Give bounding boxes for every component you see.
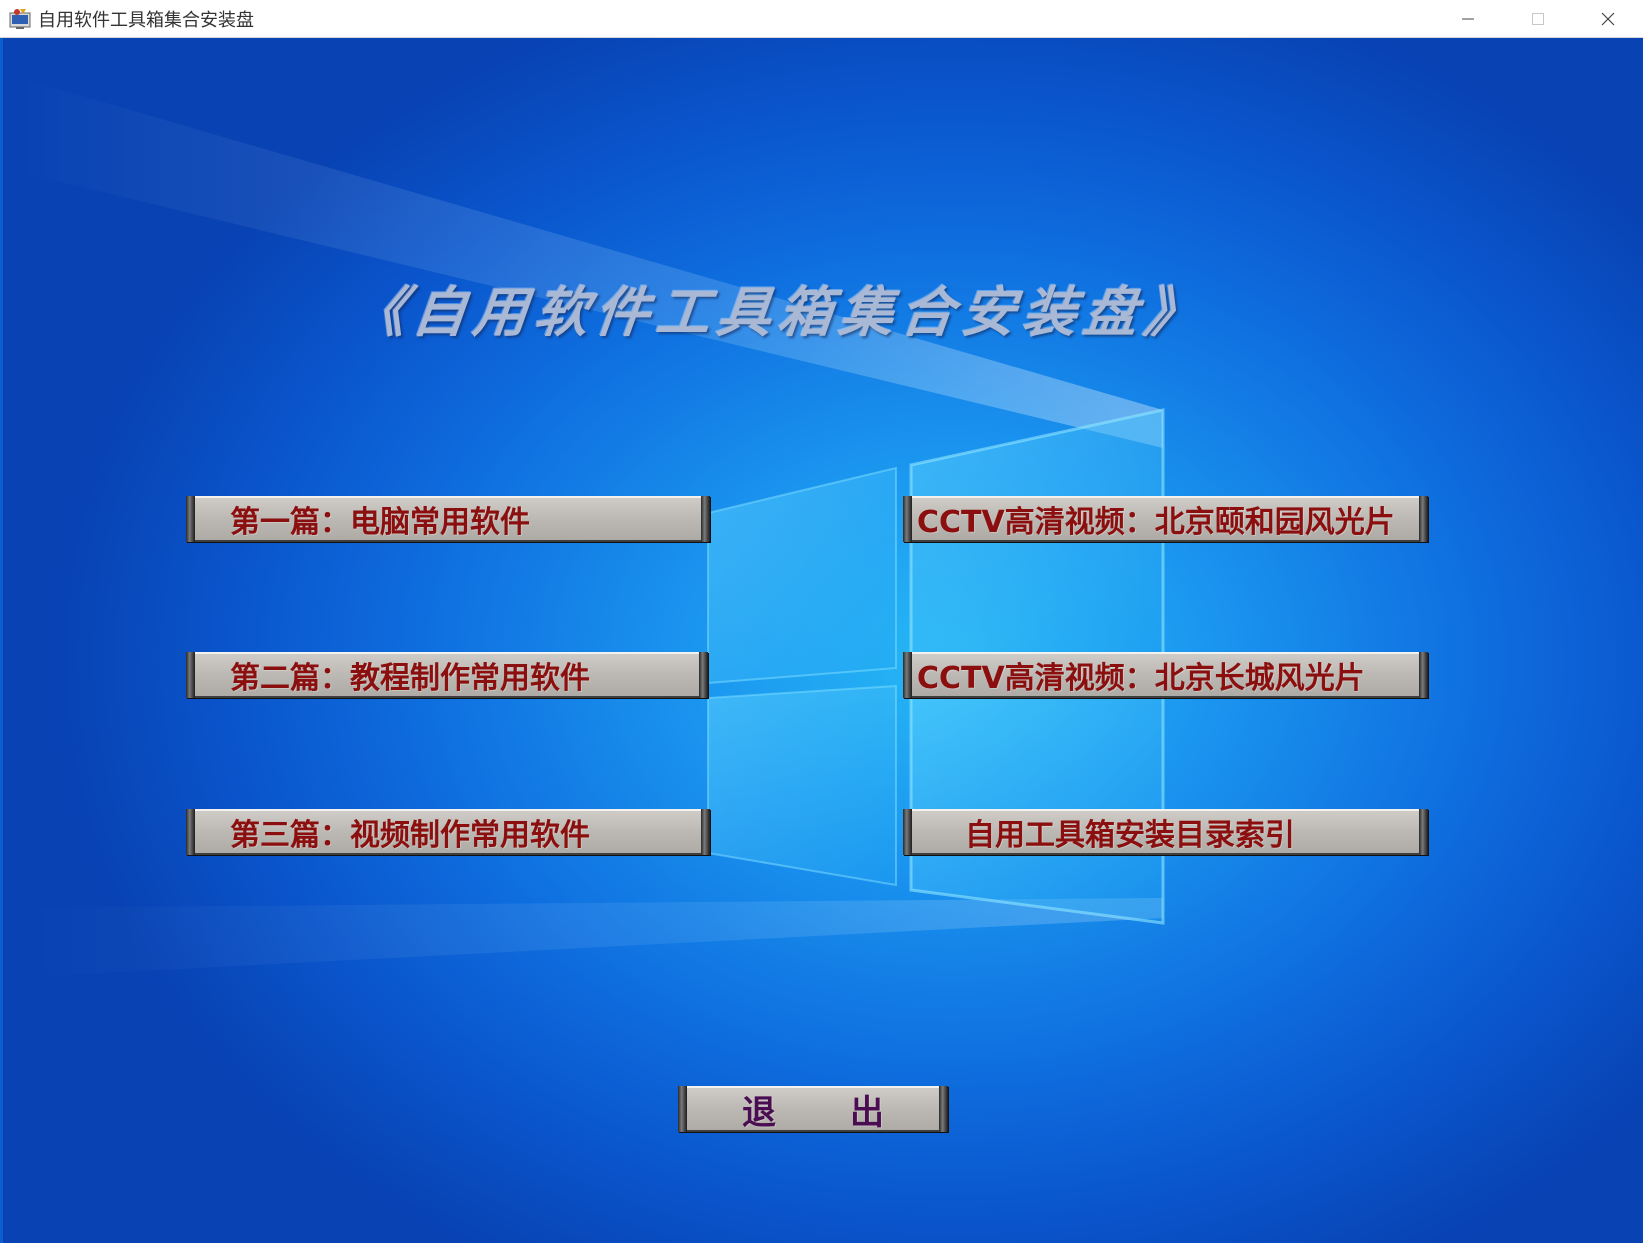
button-cap-left bbox=[186, 496, 195, 542]
button-cap-left bbox=[186, 652, 195, 698]
button-cap-right bbox=[1419, 809, 1428, 855]
window-controls bbox=[1433, 0, 1643, 37]
button-cap-right bbox=[939, 1086, 948, 1132]
button-label: 第二篇：教程制作常用软件 bbox=[230, 661, 590, 696]
button-cap-right bbox=[1419, 496, 1428, 542]
button-cap-right bbox=[1419, 652, 1428, 698]
section-1-button[interactable]: 第一篇：电脑常用软件 bbox=[186, 496, 710, 542]
button-cap-left bbox=[903, 809, 912, 855]
desktop-background bbox=[3, 38, 1643, 1243]
close-button[interactable] bbox=[1573, 0, 1643, 37]
maximize-icon bbox=[1532, 12, 1544, 25]
button-cap-right bbox=[701, 496, 710, 542]
button-cap-right bbox=[699, 652, 708, 698]
app-window: 自用软件工具箱集合安装盘 《自用软件工具箱集合安装盘》 第一篇：电脑常用软件 第… bbox=[0, 0, 1643, 1243]
video-summer-palace-button[interactable]: CCTV高清视频：北京颐和园风光片 bbox=[903, 496, 1428, 542]
exit-label-first: 退 bbox=[742, 1092, 776, 1133]
button-cap-right bbox=[701, 809, 710, 855]
button-label: CCTV高清视频：北京长城风光片 bbox=[917, 661, 1365, 696]
button-cap-left bbox=[186, 809, 195, 855]
windows-logo-graphic bbox=[3, 73, 1165, 978]
exit-label-second: 出 bbox=[850, 1092, 884, 1133]
button-cap-left bbox=[903, 652, 912, 698]
main-heading: 《自用软件工具箱集合安装盘》 bbox=[348, 280, 1209, 344]
close-icon bbox=[1601, 12, 1615, 25]
section-2-button[interactable]: 第二篇：教程制作常用软件 bbox=[186, 652, 708, 698]
button-cap-left bbox=[678, 1086, 687, 1132]
button-cap-left bbox=[903, 496, 912, 542]
button-label: 第一篇：电脑常用软件 bbox=[230, 505, 530, 540]
install-directory-index-button[interactable]: 自用工具箱安装目录索引 bbox=[903, 809, 1428, 855]
maximize-button[interactable] bbox=[1503, 0, 1573, 37]
minimize-button[interactable] bbox=[1433, 0, 1503, 37]
button-label: 自用工具箱安装目录索引 bbox=[965, 818, 1295, 853]
minimize-icon bbox=[1462, 18, 1474, 19]
section-3-button[interactable]: 第三篇：视频制作常用软件 bbox=[186, 809, 710, 855]
window-title: 自用软件工具箱集合安装盘 bbox=[38, 9, 254, 31]
button-label: CCTV高清视频：北京颐和园风光片 bbox=[917, 505, 1395, 540]
button-label: 第三篇：视频制作常用软件 bbox=[230, 818, 590, 853]
exit-button[interactable]: 退 出 bbox=[678, 1086, 948, 1133]
app-icon bbox=[8, 7, 32, 31]
title-bar[interactable]: 自用软件工具箱集合安装盘 bbox=[0, 0, 1643, 38]
video-great-wall-button[interactable]: CCTV高清视频：北京长城风光片 bbox=[903, 652, 1428, 698]
